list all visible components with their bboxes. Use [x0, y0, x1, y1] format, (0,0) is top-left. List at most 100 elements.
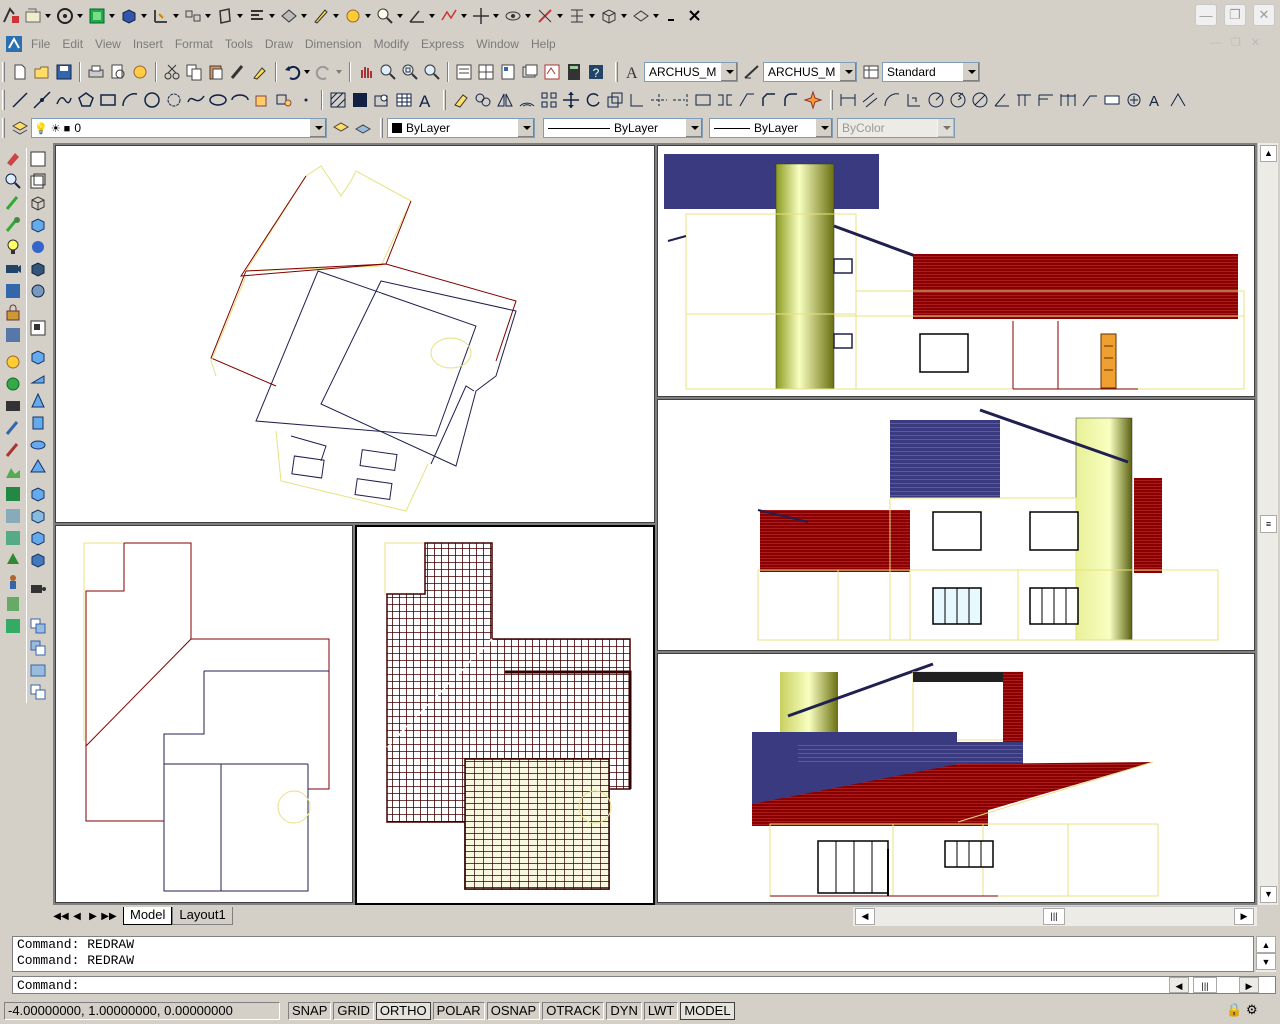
ellipse-arc-icon[interactable] — [230, 90, 250, 110]
material-icon[interactable] — [343, 6, 363, 26]
dropdown-arrow[interactable] — [652, 6, 660, 26]
light-tool-icon[interactable] — [3, 237, 23, 257]
command-scroll-up-icon[interactable]: ▲ — [1256, 936, 1276, 953]
view-layout-icon[interactable] — [28, 318, 48, 338]
dim-style-select[interactable]: ARCHUS_M — [763, 62, 857, 82]
toolbar-grip[interactable] — [2, 62, 5, 82]
gradient-icon[interactable] — [350, 90, 370, 110]
walk-tool-icon[interactable] — [3, 418, 23, 438]
sphere-tool-icon[interactable] — [3, 374, 23, 394]
pan-tool-icon[interactable] — [3, 149, 23, 169]
view-globe-icon[interactable] — [28, 281, 48, 301]
render-icon[interactable] — [87, 6, 107, 26]
sheet-set-icon[interactable] — [520, 62, 540, 82]
aligned-dimension-icon[interactable] — [860, 90, 880, 110]
menu-help[interactable]: Help — [525, 37, 562, 51]
stack-view-icon[interactable] — [28, 660, 48, 680]
radius-icon[interactable] — [926, 90, 946, 110]
toolbar-grip[interactable] — [615, 62, 618, 82]
menu-tools[interactable]: Tools — [219, 37, 259, 51]
explode-icon[interactable] — [803, 90, 823, 110]
snap-toggle[interactable]: SNAP — [288, 1002, 332, 1020]
tab-prev-icon[interactable]: ◀ — [69, 911, 85, 922]
scroll-left-arrow-icon[interactable]: ◀ — [855, 908, 875, 925]
tolerance-icon[interactable] — [1102, 90, 1122, 110]
command-scrollbar[interactable]: ▲ ▼ — [1256, 936, 1276, 972]
box-icon[interactable] — [599, 6, 619, 26]
section-icon[interactable] — [567, 6, 587, 26]
region-icon[interactable] — [372, 90, 392, 110]
tool-palettes-icon[interactable] — [498, 62, 518, 82]
shade-icon[interactable] — [215, 6, 235, 26]
scroll-right-arrow-icon[interactable]: ▶ — [1234, 908, 1254, 925]
viewport-elevation-2[interactable] — [657, 399, 1255, 651]
align-icon[interactable] — [247, 6, 267, 26]
dropdown-arrow[interactable] — [204, 6, 212, 26]
render-tool-icon[interactable] — [3, 281, 23, 301]
calculator-icon[interactable] — [564, 62, 584, 82]
lwt-toggle[interactable]: LWT — [643, 1002, 679, 1020]
text-style-select[interactable]: ARCHUS_M — [644, 62, 738, 82]
command-scroll-left-icon[interactable]: ◀ — [1169, 977, 1189, 993]
move-object-icon[interactable] — [561, 90, 581, 110]
scale-icon[interactable] — [605, 90, 625, 110]
text-style-icon[interactable]: A — [623, 62, 643, 82]
toolbar-grip[interactable] — [830, 90, 833, 110]
open-drawing-icon[interactable] — [23, 6, 43, 26]
mesh-icon[interactable] — [183, 6, 203, 26]
multiline-text-icon[interactable]: A — [416, 90, 436, 110]
toolbar-grip[interactable] — [443, 90, 446, 110]
dropdown-arrow[interactable] — [268, 6, 276, 26]
menu-modify[interactable]: Modify — [368, 37, 415, 51]
visual-style-icon[interactable] — [631, 6, 651, 26]
camera-tool-icon[interactable] — [3, 259, 23, 279]
paint-tool-icon[interactable] — [3, 193, 23, 213]
help-icon[interactable]: ? — [586, 62, 606, 82]
tray-lock-icon[interactable]: 🔒 — [1226, 1002, 1242, 1018]
copy-icon[interactable] — [184, 62, 204, 82]
document-icon[interactable] — [4, 34, 24, 54]
window-close-button[interactable]: ✕ — [1253, 4, 1275, 26]
dropdown-arrow[interactable] — [396, 6, 404, 26]
undo-dropdown[interactable] — [303, 62, 311, 82]
block-editor-icon[interactable] — [250, 62, 270, 82]
surface-icon[interactable] — [279, 6, 299, 26]
toolbar-grip[interactable] — [2, 118, 5, 138]
image-tool-icon[interactable] — [3, 325, 23, 345]
polyline-icon[interactable] — [54, 90, 74, 110]
center-mark-icon[interactable] — [1124, 90, 1144, 110]
solid-union-icon[interactable] — [28, 484, 48, 504]
solid-icon[interactable] — [119, 6, 139, 26]
dropdown-arrow[interactable] — [620, 6, 628, 26]
tab-model[interactable]: Model — [123, 907, 173, 925]
brush-tool-icon[interactable] — [3, 215, 23, 235]
dropdown-arrow[interactable] — [556, 6, 564, 26]
dimension-angle-icon[interactable] — [407, 6, 427, 26]
properties-icon[interactable] — [454, 62, 474, 82]
background-tool-icon[interactable] — [3, 484, 23, 504]
lock-tool-icon[interactable] — [3, 303, 23, 323]
dropdown-arrow[interactable] — [108, 6, 116, 26]
toolbar-grip[interactable] — [380, 118, 383, 138]
color-control-select[interactable]: ByLayer — [387, 118, 535, 138]
continue-icon[interactable] — [1058, 90, 1078, 110]
offset-icon[interactable] — [517, 90, 537, 110]
solid-box-icon[interactable] — [28, 347, 48, 367]
table-icon[interactable] — [394, 90, 414, 110]
polar-toggle[interactable]: POLAR — [432, 1002, 485, 1020]
dropdown-arrow[interactable] — [685, 119, 702, 137]
command-scroll-thumb[interactable]: ||| — [1193, 977, 1217, 993]
film-tool-icon[interactable] — [3, 396, 23, 416]
dropdown-arrow[interactable] — [962, 63, 979, 81]
dimension-edit-icon[interactable]: A — [1146, 90, 1166, 110]
fog-tool-icon[interactable] — [3, 506, 23, 526]
quick-dimension-icon[interactable] — [1014, 90, 1034, 110]
join-icon[interactable] — [737, 90, 757, 110]
match-properties-icon[interactable] — [228, 62, 248, 82]
viewport-elevation-3[interactable] — [657, 653, 1255, 903]
erase-icon[interactable] — [451, 90, 471, 110]
coordinates-readout[interactable]: -4.00000000, 1.00000000, 0.00000000 — [4, 1002, 280, 1020]
array-icon[interactable] — [539, 90, 559, 110]
dropdown-arrow[interactable] — [76, 6, 84, 26]
dropdown-arrow[interactable] — [588, 6, 596, 26]
